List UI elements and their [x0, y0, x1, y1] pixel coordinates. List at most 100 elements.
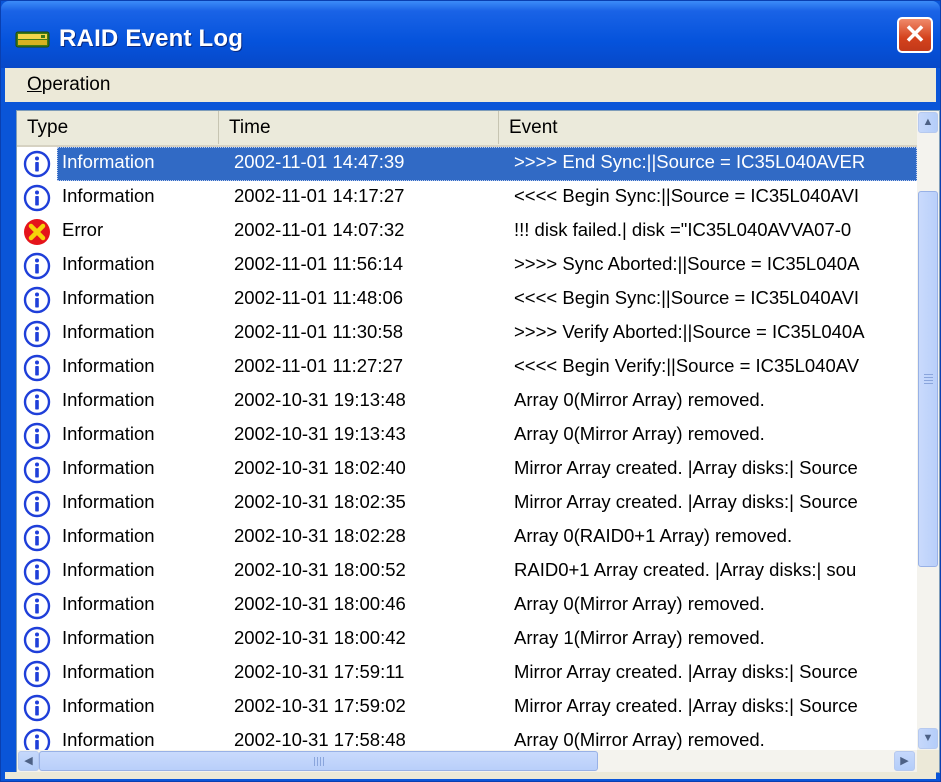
menu-operation-rest: peration [41, 74, 111, 95]
table-row[interactable]: Information 2002-11-01 14:47:39 >>>> End S… [17, 147, 917, 181]
cell-type: Information [62, 559, 155, 580]
information-icon [23, 388, 51, 416]
cell-type: Information [62, 661, 155, 682]
grip-line [924, 380, 933, 381]
menu-bar: Operation [5, 68, 936, 102]
event-list[interactable]: Type Time Event Information 2002-11-01 14… [16, 110, 940, 773]
grip-line [314, 757, 315, 766]
error-icon [23, 218, 51, 246]
list-header: Type Time Event [17, 111, 917, 147]
table-row[interactable]: Information 2002-10-31 18:02:40 Mirror Arr… [17, 453, 917, 487]
cell-event: <<<< Begin Sync:||Source = IC35L040AVI [514, 287, 860, 308]
scroll-up-button[interactable]: ▲ [918, 112, 938, 133]
raid-drive-icon [15, 31, 50, 48]
horizontal-scroll-thumb[interactable] [39, 751, 598, 771]
table-row[interactable]: Information 2002-11-01 11:27:27 <<<< Begin… [17, 351, 917, 385]
cell-type: Information [62, 423, 155, 444]
cell-event: >>>> End Sync:||Source = IC35L040AVER [514, 151, 866, 172]
cell-type: Information [62, 151, 155, 172]
size-grip[interactable] [917, 750, 939, 772]
window-bottom-border [5, 772, 936, 779]
information-icon [23, 558, 51, 586]
cell-type: Information [62, 253, 155, 274]
horizontal-scrollbar[interactable]: ◀ ▶ [17, 750, 917, 772]
cell-type: Information [62, 287, 155, 308]
cell-event: Mirror Array created. |Array disks:| Sou… [514, 661, 858, 682]
event-rows: Information 2002-11-01 14:47:39 >>>> End S… [17, 147, 917, 759]
title-bar[interactable]: RAID Event Log ✕ [1, 1, 940, 68]
table-row[interactable]: Information 2002-11-01 14:17:27 <<<< Begin… [17, 181, 917, 215]
table-row[interactable]: Error 2002-11-01 14:07:32 !!! disk failed.… [17, 215, 917, 249]
scroll-down-button[interactable]: ▼ [918, 728, 938, 749]
information-icon [23, 422, 51, 450]
grip-line [320, 757, 321, 766]
cell-type: Information [62, 695, 155, 716]
table-row[interactable]: Information 2002-10-31 17:59:02 Mirror Arr… [17, 691, 917, 725]
vertical-scroll-thumb[interactable] [918, 191, 938, 567]
table-row[interactable]: Information 2002-10-31 18:00:52 RAID0+1 Ar… [17, 555, 917, 589]
grip-line [924, 377, 933, 378]
table-row[interactable]: Information 2002-10-31 18:02:28 Array 0(RA… [17, 521, 917, 555]
cell-type: Information [62, 525, 155, 546]
table-row[interactable]: Information 2002-10-31 18:00:42 Array 1(Mi… [17, 623, 917, 657]
chevron-right-icon: ▶ [900, 755, 909, 767]
scroll-left-button[interactable]: ◀ [18, 751, 39, 771]
cell-time: 2002-10-31 18:00:52 [234, 559, 406, 580]
cell-event: <<<< Begin Sync:||Source = IC35L040AVI [514, 185, 860, 206]
information-icon [23, 694, 51, 722]
close-icon: ✕ [904, 19, 926, 49]
close-button[interactable]: ✕ [897, 17, 933, 53]
menu-operation-mnemonic: O [27, 74, 42, 95]
information-icon [23, 184, 51, 212]
column-header-time[interactable]: Time [219, 111, 499, 144]
cell-time: 2002-10-31 17:59:02 [234, 695, 406, 716]
information-icon [23, 626, 51, 654]
table-row[interactable]: Information 2002-10-31 19:13:48 Array 0(Mi… [17, 385, 917, 419]
cell-type: Information [62, 321, 155, 342]
cell-event: <<<< Begin Verify:||Source = IC35L040AV [514, 355, 860, 376]
grip-line [924, 374, 933, 375]
cell-type: Information [62, 355, 155, 376]
table-row[interactable]: Information 2002-11-01 11:48:06 <<<< Begin… [17, 283, 917, 317]
table-row[interactable]: Information 2002-10-31 18:00:46 Array 0(Mi… [17, 589, 917, 623]
column-header-event[interactable]: Event [499, 111, 917, 144]
chevron-left-icon: ◀ [24, 755, 33, 767]
cell-time: 2002-11-01 14:17:27 [234, 185, 405, 206]
information-icon [23, 252, 51, 280]
cell-time: 2002-11-01 11:56:14 [234, 253, 404, 274]
scroll-right-button[interactable]: ▶ [894, 751, 915, 771]
cell-time: 2002-11-01 11:48:06 [234, 287, 404, 308]
vertical-scrollbar[interactable]: ▲ ▼ [917, 111, 939, 750]
cell-type: Information [62, 457, 155, 478]
information-icon [23, 456, 51, 484]
cell-time: 2002-11-01 11:27:27 [234, 355, 404, 376]
cell-event: Array 0(Mirror Array) removed. [514, 593, 765, 614]
table-row[interactable]: Information 2002-11-01 11:56:14 >>>> Sync … [17, 249, 917, 283]
cell-time: 2002-10-31 18:02:28 [234, 525, 406, 546]
table-row[interactable]: Information 2002-10-31 19:13:43 Array 0(Mi… [17, 419, 917, 453]
chevron-up-icon: ▲ [922, 116, 934, 128]
cell-event: Array 1(Mirror Array) removed. [514, 627, 765, 648]
cell-event: Mirror Array created. |Array disks:| Sou… [514, 491, 858, 512]
column-header-type[interactable]: Type [17, 111, 219, 144]
table-row[interactable]: Information 2002-10-31 17:59:11 Mirror Arr… [17, 657, 917, 691]
cell-time: 2002-10-31 18:02:35 [234, 491, 406, 512]
cell-event: Array 0(Mirror Array) removed. [514, 389, 765, 410]
cell-type: Error [62, 219, 104, 240]
cell-type: Information [62, 729, 155, 750]
table-row[interactable]: Information 2002-11-01 11:30:58 >>>> Verif… [17, 317, 917, 351]
information-icon [23, 592, 51, 620]
cell-time: 2002-10-31 18:00:42 [234, 627, 406, 648]
information-icon [23, 524, 51, 552]
raid-event-log-window: RAID Event Log ✕ Operation Type Time Eve… [0, 0, 941, 782]
grip-line [317, 757, 318, 766]
table-row[interactable]: Information 2002-10-31 18:02:35 Mirror Arr… [17, 487, 917, 521]
cell-type: Information [62, 491, 155, 512]
cell-event: >>>> Sync Aborted:||Source = IC35L040A [514, 253, 860, 274]
menu-operation[interactable]: Operation [27, 74, 110, 96]
cell-type: Information [62, 185, 155, 206]
cell-time: 2002-10-31 19:13:43 [234, 423, 406, 444]
cell-time: 2002-10-31 18:00:46 [234, 593, 406, 614]
cell-type: Information [62, 389, 155, 410]
cell-event: Mirror Array created. |Array disks:| Sou… [514, 457, 858, 478]
